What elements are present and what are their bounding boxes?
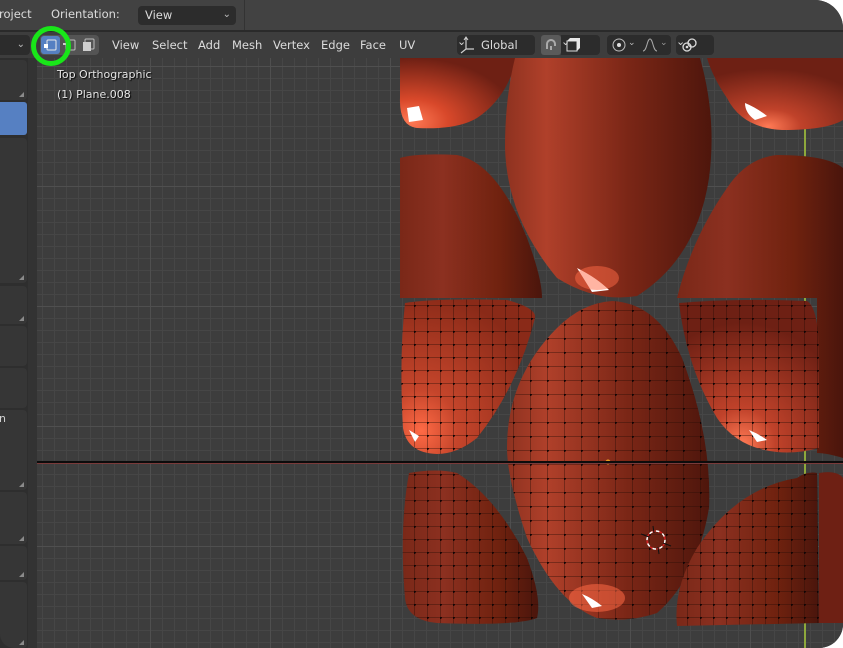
resize-corner-icon[interactable] <box>19 92 24 97</box>
snap-toggle-button[interactable] <box>541 35 561 55</box>
panel-section[interactable] <box>0 492 27 544</box>
link-icon <box>682 38 697 52</box>
chevron-down-icon: ⌄ <box>628 38 636 48</box>
cube-icon <box>566 38 580 52</box>
panel-section[interactable] <box>0 546 27 580</box>
highlight-ring-annotation <box>31 26 71 66</box>
tool-settings-bar: roject Orientation: View ⌄ <box>0 0 843 32</box>
magnet-icon <box>546 39 556 50</box>
side-panel: n <box>0 58 28 648</box>
menu-vertex[interactable]: Vertex <box>273 38 310 52</box>
project-label[interactable]: roject <box>0 7 32 21</box>
3d-viewport[interactable]: Top Orthographic (1) Plane.008 <box>37 58 843 648</box>
chevron-down-icon: ⌄ <box>660 38 668 48</box>
resize-corner-icon[interactable] <box>19 482 24 487</box>
resize-corner-icon[interactable] <box>19 316 24 321</box>
pivot-falloff-group: ⌄ ⌄ <box>607 35 671 55</box>
mesh-object <box>505 58 712 298</box>
panel-section[interactable] <box>0 582 27 648</box>
viewport-header: ⌄ View Select Add Mesh Vertex Edge Face … <box>0 32 843 58</box>
menu-view[interactable]: View <box>112 38 139 52</box>
panel-label-partial: n <box>0 412 6 425</box>
pivot-point-icon <box>612 38 626 52</box>
menu-select[interactable]: Select <box>152 38 187 52</box>
blender-window: roject Orientation: View ⌄ ⌄ View Select… <box>0 0 843 648</box>
panel-section[interactable] <box>0 286 27 324</box>
orientation-label: Orientation: <box>51 7 120 21</box>
proportional-editing-dropdown[interactable]: ⌄ <box>676 35 714 55</box>
panel-section[interactable] <box>0 326 27 366</box>
panel-divider[interactable] <box>28 58 37 648</box>
panel-section[interactable] <box>0 368 27 408</box>
mesh-object <box>707 58 843 130</box>
menu-edge[interactable]: Edge <box>321 38 350 52</box>
proportional-falloff-icon <box>642 38 658 52</box>
resize-corner-icon[interactable] <box>19 572 24 577</box>
snap-target-dropdown[interactable]: ⌄ <box>561 35 600 55</box>
chevron-down-icon: ⌄ <box>222 9 231 20</box>
mode-dropdown[interactable]: ⌄ <box>0 35 30 55</box>
mesh-objects <box>399 58 843 626</box>
transform-orientation-value: Global <box>481 38 518 52</box>
resize-corner-icon[interactable] <box>19 275 24 280</box>
menu-mesh[interactable]: Mesh <box>232 38 262 52</box>
transform-orientation-dropdown[interactable]: Global ⌄ <box>457 35 535 55</box>
orientation-dropdown[interactable]: View ⌄ <box>138 6 236 25</box>
orientation-value: View <box>145 8 173 22</box>
menu-add[interactable]: Add <box>198 38 220 52</box>
panel-section[interactable] <box>0 60 27 100</box>
menu-face[interactable]: Face <box>360 38 386 52</box>
resize-corner-icon[interactable] <box>19 640 24 645</box>
chevron-down-icon: ⌄ <box>16 39 25 50</box>
resize-corner-icon[interactable] <box>19 536 24 541</box>
axis-gizmo-icon <box>460 36 474 54</box>
panel-section[interactable]: n <box>0 410 27 490</box>
panel-section[interactable] <box>0 138 27 283</box>
menu-uv[interactable]: UV <box>399 38 415 52</box>
active-panel-item[interactable] <box>0 102 27 135</box>
x-axis-line <box>37 461 843 464</box>
face-select-button[interactable] <box>79 36 98 54</box>
divider <box>244 0 245 30</box>
mesh-object <box>819 472 843 623</box>
pivot-point-dropdown[interactable]: ⌄ <box>607 35 637 55</box>
proportional-falloff-dropdown[interactable]: ⌄ <box>638 35 671 55</box>
face-select-icon <box>83 38 95 51</box>
